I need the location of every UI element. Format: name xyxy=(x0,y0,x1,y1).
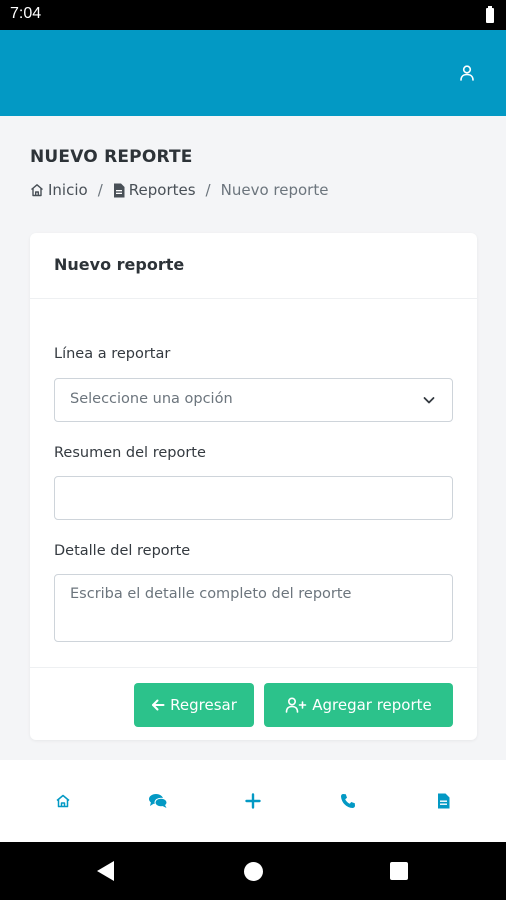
document-icon xyxy=(113,183,125,197)
system-recents-icon[interactable] xyxy=(390,862,408,880)
status-bar: 7:04 xyxy=(0,0,506,30)
breadcrumb-separator: / xyxy=(205,181,211,199)
nav-reports[interactable] xyxy=(423,781,463,821)
detail-textarea[interactable] xyxy=(54,574,453,642)
user-icon[interactable] xyxy=(458,64,476,82)
back-button-label: Regresar xyxy=(170,696,237,714)
nav-chat[interactable] xyxy=(138,781,178,821)
line-select-value: Seleccione una opción xyxy=(70,391,233,407)
card-header: Nuevo reporte xyxy=(30,233,477,299)
app-header xyxy=(0,30,506,116)
summary-input[interactable] xyxy=(54,476,453,520)
breadcrumb-home[interactable]: Inicio xyxy=(30,181,88,199)
add-report-button[interactable]: Agregar reporte xyxy=(264,683,453,727)
plus-icon xyxy=(245,793,261,809)
breadcrumb: Inicio / Reportes / Nuevo reporte xyxy=(30,181,328,199)
breadcrumb-current: Nuevo reporte xyxy=(220,181,329,199)
android-nav-bar xyxy=(0,842,506,900)
chevron-down-icon xyxy=(423,397,435,404)
breadcrumb-reports[interactable]: Reportes xyxy=(113,181,196,199)
document-icon xyxy=(437,793,450,809)
home-icon xyxy=(56,794,70,808)
system-back-icon[interactable] xyxy=(97,861,114,881)
arrow-left-icon xyxy=(152,699,165,711)
battery-icon xyxy=(486,6,494,23)
line-label: Línea a reportar xyxy=(54,346,171,362)
page-title: NUEVO REPORTE xyxy=(30,147,193,167)
phone-icon xyxy=(341,794,356,808)
nav-phone[interactable] xyxy=(328,781,368,821)
nav-home[interactable] xyxy=(43,781,83,821)
user-plus-icon xyxy=(285,697,307,713)
breadcrumb-home-label: Inicio xyxy=(48,181,88,199)
card-title: Nuevo reporte xyxy=(54,255,185,274)
status-time: 7:04 xyxy=(10,5,42,22)
chat-icon xyxy=(148,794,168,808)
bottom-nav xyxy=(0,760,506,842)
nav-add[interactable] xyxy=(233,781,273,821)
home-icon xyxy=(31,184,43,197)
summary-label: Resumen del reporte xyxy=(54,445,206,461)
report-card: Nuevo reporte Línea a reportar Seleccion… xyxy=(30,233,477,740)
breadcrumb-reports-label: Reportes xyxy=(128,181,196,199)
add-report-button-label: Agregar reporte xyxy=(312,696,432,714)
system-home-icon[interactable] xyxy=(244,862,263,881)
breadcrumb-separator: / xyxy=(97,181,103,199)
detail-label: Detalle del reporte xyxy=(54,543,191,559)
line-select[interactable]: Seleccione una opción xyxy=(54,378,453,422)
back-button[interactable]: Regresar xyxy=(134,683,254,727)
card-footer: Regresar Agregar reporte xyxy=(30,667,477,740)
